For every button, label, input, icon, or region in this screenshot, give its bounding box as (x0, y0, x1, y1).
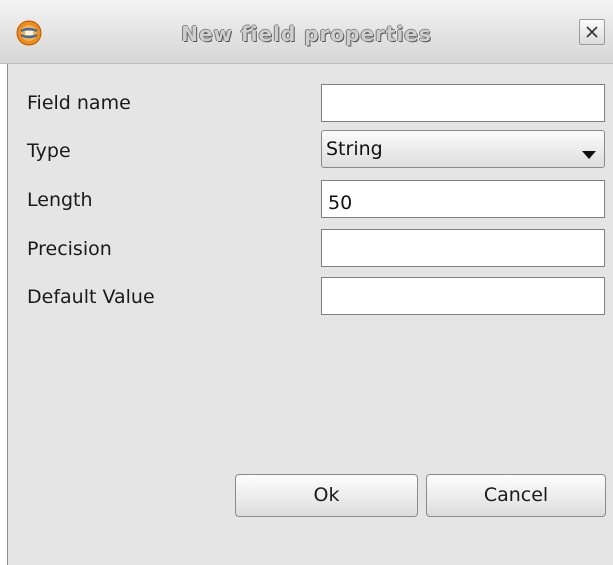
chevron-down-icon (582, 145, 596, 164)
precision-label: Precision (27, 238, 112, 260)
precision-input[interactable] (321, 229, 605, 267)
length-label: Length (27, 189, 93, 211)
dialog-title: New field properties (181, 22, 432, 46)
ok-button[interactable]: Ok (235, 474, 418, 517)
close-button[interactable] (579, 19, 605, 45)
length-input[interactable] (321, 180, 605, 218)
type-select[interactable]: String (321, 130, 605, 168)
form-panel: Field name Type String Length Precision … (8, 64, 613, 565)
dialog-window: New field properties Field name Type Str… (0, 0, 613, 565)
field-name-label: Field name (27, 92, 131, 114)
default-value-label: Default Value (27, 286, 155, 308)
title-bar[interactable]: New field properties (0, 0, 613, 64)
default-value-input[interactable] (321, 277, 605, 315)
close-icon (586, 26, 598, 38)
cancel-button[interactable]: Cancel (426, 474, 606, 517)
gvsig-globe-icon (16, 20, 42, 46)
field-name-input[interactable] (321, 84, 605, 122)
type-select-value: String (326, 138, 383, 160)
type-label: Type (27, 140, 71, 162)
